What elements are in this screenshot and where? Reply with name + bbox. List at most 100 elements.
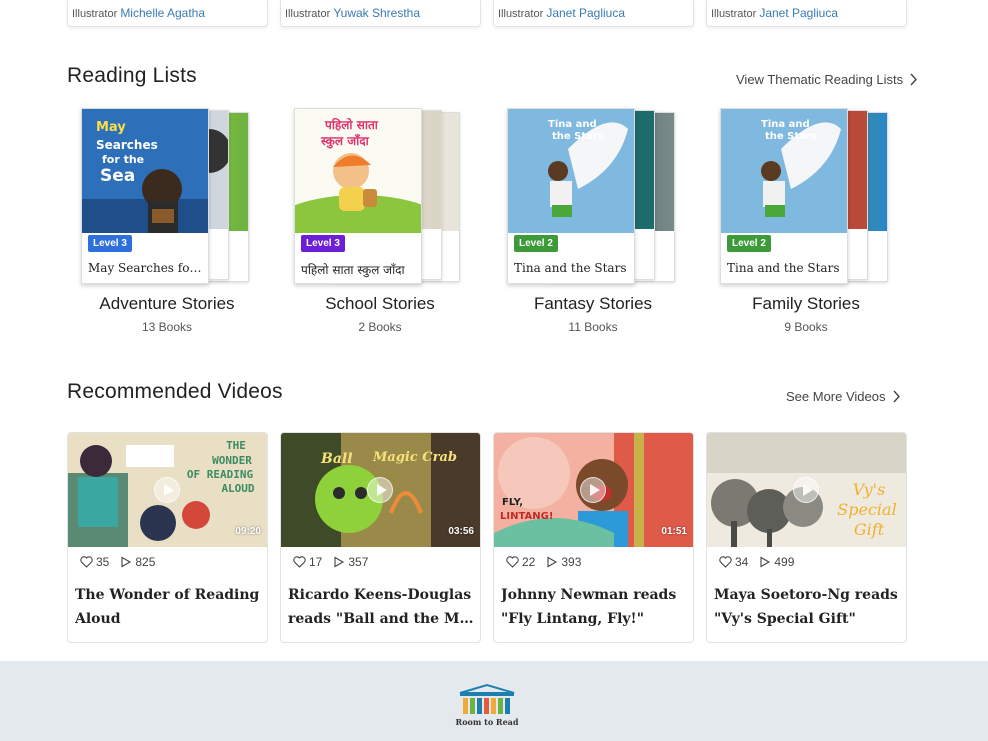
svg-text:the Stars: the Stars [765,131,817,142]
illustrator-name[interactable]: Janet Pagliuca [759,6,838,20]
illustrator-label: Illustrator [72,8,118,20]
video-title[interactable]: Ricardo Keens-Douglas reads "Ball and th… [288,583,474,631]
room-to-read-logo[interactable]: Room to Read [450,683,524,729]
link-label: View Thematic Reading Lists [736,72,904,87]
cover-title-text: May [96,120,126,135]
like-count: 34 [735,555,749,569]
illustrator-name[interactable]: Janet Pagliuca [546,6,625,20]
play-icon[interactable] [793,477,819,503]
level-badge: Level 3 [88,235,132,252]
svg-text:Searches: Searches [96,138,158,152]
svg-text:Vy's: Vy's [853,480,886,499]
book-title: Tina and the Stars [727,261,840,275]
svg-text:FLY,: FLY, [502,497,523,508]
video-title-line: Aloud [75,611,121,627]
video-thumbnail[interactable]: Ball Magic Crab 03:56 [281,433,480,547]
svg-text:Gift: Gift [854,520,885,539]
heart-icon [719,556,732,568]
like-stat[interactable]: 17 [293,555,322,569]
video-duration: 09:20 [235,526,261,537]
link-label: See More Videos [786,389,886,404]
chevron-right-icon [892,390,900,403]
book-card[interactable]: Illustrator Janet Pagliuca [706,0,907,27]
video-card[interactable]: Ball Magic Crab 03:56 17 357 Ricardo Kee… [280,432,481,643]
video-duration: 01:51 [661,526,687,537]
video-thumbnail[interactable]: Vy's Special Gift [707,433,906,547]
view-count: 393 [561,555,582,569]
reading-list-fantasy[interactable]: Tina and the Stars Level 2 Tina and the … [493,108,693,338]
video-title-line: The Wonder of Reading [75,587,260,603]
book-card[interactable]: Illustrator Janet Pagliuca [493,0,694,27]
view-stat: 825 [119,555,155,569]
reading-lists-title: Reading Lists [67,64,197,87]
like-stat[interactable]: 34 [719,555,748,569]
play-icon[interactable] [367,477,393,503]
book-stack: Tina and the Stars Level 2 Tina and the … [507,108,677,286]
video-title-line: reads "Ball and the Magi... [288,611,474,627]
svg-text:Sea: Sea [100,166,135,186]
cover-image: पहिलो साता स्कुल जाँदा [295,109,421,233]
like-count: 35 [96,555,110,569]
book-title: May Searches for t... [88,261,206,275]
book-stack: May Searches for the Sea Level 3 May Sea… [81,108,251,286]
play-outline-icon [760,556,771,568]
video-card[interactable]: THE WONDER OF READING ALOUD 09:20 35 825… [67,432,268,643]
level-badge: Level 2 [514,235,558,252]
svg-text:LINTANG!: LINTANG! [500,511,553,522]
svg-text:WONDER: WONDER [212,454,252,467]
heart-icon [293,556,306,568]
book-stack: पहिलो साता स्कुल जाँदा Level 3 पहिलो सात… [294,108,464,286]
play-outline-icon [547,556,558,568]
illustrator-label: Illustrator [285,8,331,20]
svg-text:Ball: Ball [320,451,353,467]
video-thumbnail[interactable]: THE WONDER OF READING ALOUD 09:20 [68,433,267,547]
heart-icon [506,556,519,568]
reading-list-school[interactable]: पहिलो साता स्कुल जाँदा Level 3 पहिलो सात… [280,108,480,338]
like-stat[interactable]: 22 [506,555,535,569]
view-stat: 393 [545,555,581,569]
book-card[interactable]: Illustrator Michelle Agatha [67,0,268,27]
illustrator-name[interactable]: Michelle Agatha [120,6,205,20]
like-count: 22 [522,555,536,569]
video-title[interactable]: Maya Soetoro-Ng reads "Vy's Special Gift… [714,583,900,631]
view-stat: 499 [758,555,794,569]
reading-list-family[interactable]: Tina and the Stars Level 2 Tina and the … [706,108,906,338]
heart-icon [80,556,93,568]
cover-image: Tina and the Stars [721,109,847,233]
svg-text:the Stars: the Stars [552,131,604,142]
reading-list-count: 13 Books [141,320,193,334]
video-stats: 22 393 [506,555,581,569]
illustrator-name[interactable]: Yuwak Shrestha [333,6,420,20]
reading-list-name[interactable]: School Stories [280,294,480,314]
see-more-videos-link[interactable]: See More Videos [786,389,901,404]
play-icon[interactable] [154,477,180,503]
svg-text:Special: Special [837,500,896,519]
view-count: 357 [348,555,369,569]
like-stat[interactable]: 35 [80,555,109,569]
video-title-line: "Fly Lintang, Fly!" [501,611,644,627]
video-title[interactable]: The Wonder of Reading Aloud [75,583,261,631]
video-title-line: "Vy's Special Gift" [714,611,856,627]
video-title-line: Maya Soetoro-Ng reads [714,587,898,603]
video-card[interactable]: FLY, LINTANG! 01:51 22 393 Johnny Newman… [493,432,694,643]
reading-list-name[interactable]: Adventure Stories [67,294,267,314]
play-icon[interactable] [580,477,606,503]
view-thematic-reading-lists-link[interactable]: View Thematic Reading Lists [736,72,918,87]
play-outline-icon [121,556,132,568]
reading-list-adventure[interactable]: May Searches for the Sea Level 3 May Sea… [67,108,267,338]
reading-list-name[interactable]: Fantasy Stories [493,294,693,314]
footer: Room to Read [0,661,988,741]
illustrator-label: Illustrator [498,8,544,20]
video-stats: 35 825 [80,555,155,569]
reading-list-count: 9 Books [784,320,828,334]
view-count: 825 [135,555,156,569]
reading-list-count: 2 Books [358,320,402,334]
video-card[interactable]: Vy's Special Gift 34 499 Maya Soetoro-Ng… [706,432,907,643]
svg-text:THE: THE [226,439,246,452]
video-thumbnail[interactable]: FLY, LINTANG! 01:51 [494,433,693,547]
svg-text:for the: for the [102,153,144,166]
reading-list-name[interactable]: Family Stories [706,294,906,314]
svg-text:पहिलो साता: पहिलो साता [324,118,379,132]
book-card[interactable]: Illustrator Yuwak Shrestha [280,0,481,27]
video-title[interactable]: Johnny Newman reads "Fly Lintang, Fly!" [501,583,687,631]
